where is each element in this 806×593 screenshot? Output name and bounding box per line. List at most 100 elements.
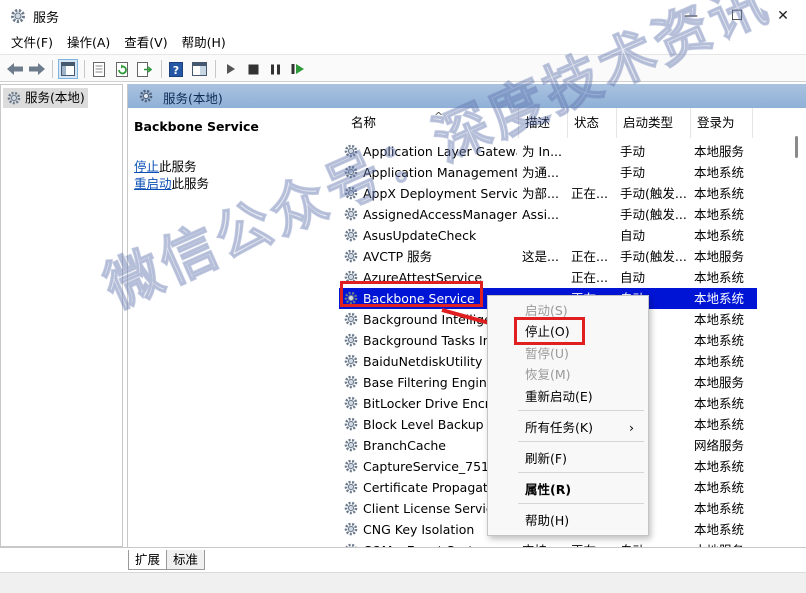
close-button[interactable]: ✕ bbox=[760, 0, 806, 32]
menu-item-help[interactable]: 帮助(H) bbox=[488, 510, 648, 531]
service-logon-cell: 网络服务 bbox=[694, 438, 745, 453]
menu-item-resume[interactable]: 恢复(M) bbox=[488, 364, 648, 385]
service-logon-cell: 本地系统 bbox=[694, 459, 745, 474]
service-logon-cell: 本地服务 bbox=[694, 144, 745, 159]
back-arrow-icon[interactable] bbox=[5, 59, 25, 79]
service-logon-cell: 本地系统 bbox=[694, 333, 745, 348]
service-status-cell: 正在... bbox=[571, 270, 608, 285]
column-header-name[interactable]: ^ 名称 bbox=[339, 108, 519, 138]
service-name-title: Backbone Service bbox=[134, 119, 259, 134]
minimize-button[interactable]: — bbox=[668, 0, 714, 32]
restart-service-link[interactable]: 重启动 bbox=[134, 176, 172, 191]
service-name-cell: COM+ Event System bbox=[363, 540, 517, 547]
service-logon-cell: 本地系统 bbox=[694, 207, 745, 222]
service-startup-cell: 自动 bbox=[620, 540, 690, 547]
service-logon-cell: 本地系统 bbox=[694, 354, 745, 369]
table-row[interactable]: AVCTP 服务 这是... 正在... 手动(触发... 本地服务 bbox=[339, 246, 757, 267]
service-logon-cell: 本地系统 bbox=[694, 228, 745, 243]
column-header-description[interactable]: 描述 bbox=[519, 108, 568, 138]
service-startup-cell: 手动 bbox=[620, 165, 646, 180]
services-gear-icon bbox=[9, 7, 27, 25]
service-startup-cell: 自动 bbox=[620, 228, 646, 243]
menu-bar: 文件(F) 操作(A) 查看(V) 帮助(H) bbox=[0, 32, 806, 54]
table-row[interactable]: AppX Deployment Servic... 为部... 正在... 手动(触发… bbox=[339, 183, 757, 204]
status-bar bbox=[0, 572, 806, 593]
refresh-icon[interactable] bbox=[112, 59, 132, 79]
service-logon-cell: 本地系统 bbox=[694, 312, 745, 327]
service-name-cell: Application Layer Gatewa... bbox=[363, 144, 517, 159]
scrollbar-thumb[interactable] bbox=[795, 136, 798, 158]
highlight-box-stop-item bbox=[514, 317, 585, 345]
help-icon[interactable]: ? bbox=[166, 59, 186, 79]
table-row[interactable]: Application Layer Gatewa... 为 In... 手动 本地服务 bbox=[339, 141, 757, 162]
vertical-scrollbar[interactable] bbox=[787, 108, 806, 547]
stop-service-link[interactable]: 停止 bbox=[134, 159, 159, 174]
menu-item-restart[interactable]: 重新启动(E) bbox=[488, 386, 648, 407]
forward-arrow-icon[interactable] bbox=[27, 59, 47, 79]
menu-help[interactable]: 帮助(H) bbox=[175, 32, 233, 54]
services-gear-icon bbox=[138, 88, 154, 107]
service-status-cell: 正在... bbox=[571, 249, 608, 264]
submenu-chevron-icon: › bbox=[629, 420, 634, 435]
export-list-icon[interactable] bbox=[135, 59, 155, 79]
service-status-cell: 正在... bbox=[571, 186, 608, 201]
tab-extended[interactable]: 扩展 bbox=[128, 550, 168, 570]
maximize-button[interactable]: ☐ bbox=[714, 0, 760, 32]
menu-action[interactable]: 操作(A) bbox=[60, 32, 117, 54]
pane-header-title: 服务(本地) bbox=[163, 91, 223, 106]
pause-service-icon[interactable] bbox=[265, 59, 285, 79]
view-tabs: 扩展 标准 bbox=[0, 547, 806, 572]
title-bar: 服务 — ☐ ✕ bbox=[0, 0, 806, 32]
service-logon-cell: 本地系统 bbox=[694, 501, 745, 516]
highlight-box-selected-service bbox=[340, 281, 483, 307]
service-status-cell: 正在... bbox=[571, 540, 615, 547]
column-header-startup-type[interactable]: 启动类型 bbox=[617, 108, 691, 138]
svg-text:?: ? bbox=[173, 64, 179, 77]
table-row[interactable]: COM+ Event System 支持... 正在... 自动本地服务 bbox=[339, 540, 757, 547]
pane-header: 服务(本地) bbox=[128, 84, 806, 108]
service-name-cell: AsusUpdateCheck bbox=[363, 228, 477, 243]
service-logon-cell: 本地系统 bbox=[694, 522, 745, 537]
service-logon-cell: 本地服务 bbox=[694, 540, 754, 547]
console-tree-icon[interactable] bbox=[58, 59, 78, 79]
toolbar: ? bbox=[0, 54, 806, 82]
table-row[interactable]: AsusUpdateCheck 自动 本地系统 bbox=[339, 225, 757, 246]
service-description-cell: 为部... bbox=[522, 186, 559, 201]
show-hide-icon[interactable] bbox=[189, 59, 209, 79]
menu-item-pause[interactable]: 暂停(U) bbox=[488, 343, 648, 364]
service-logon-cell: 本地服务 bbox=[694, 375, 745, 390]
menu-item-all-tasks[interactable]: 所有任务(K) › bbox=[488, 417, 648, 438]
service-logon-cell: 本地系统 bbox=[694, 165, 745, 180]
service-logon-cell: 本地系统 bbox=[694, 186, 745, 201]
table-row[interactable]: AssignedAccessManager... Assi... 手动(触发... 本… bbox=[339, 204, 757, 225]
restart-service-icon[interactable] bbox=[288, 59, 308, 79]
service-startup-cell: 手动(触发... bbox=[620, 207, 687, 222]
service-logon-cell: 本地系统 bbox=[694, 396, 745, 411]
service-description-cell: 为通... bbox=[522, 165, 559, 180]
menu-view[interactable]: 查看(V) bbox=[117, 32, 174, 54]
tab-standard[interactable]: 标准 bbox=[166, 550, 206, 570]
service-startup-cell: 手动 bbox=[620, 144, 646, 159]
table-row[interactable]: Application Management 为通... 手动 本地系统 bbox=[339, 162, 757, 183]
service-startup-cell: 自动 bbox=[620, 270, 646, 285]
service-logon-cell: 本地系统 bbox=[694, 417, 745, 432]
tree-item-services-local[interactable]: 服务(本地) bbox=[3, 88, 88, 108]
menu-file[interactable]: 文件(F) bbox=[4, 32, 60, 54]
properties-icon[interactable] bbox=[89, 59, 109, 79]
service-name-cell: Application Management bbox=[363, 165, 517, 180]
tree-item-label: 服务(本地) bbox=[25, 90, 85, 105]
menu-item-refresh[interactable]: 刷新(F) bbox=[488, 448, 648, 469]
start-service-icon[interactable] bbox=[221, 59, 241, 79]
column-header-logon-as[interactable]: 登录为 bbox=[691, 108, 753, 138]
restart-service-line: 重启动此服务 bbox=[134, 176, 210, 191]
service-startup-cell: 手动(触发... bbox=[620, 249, 687, 264]
service-description-cell: 支持... bbox=[522, 540, 566, 547]
stop-service-icon[interactable] bbox=[243, 59, 263, 79]
service-description-cell: Assi... bbox=[522, 207, 559, 222]
console-tree: 服务(本地) bbox=[0, 84, 123, 547]
service-logon-cell: 本地系统 bbox=[694, 480, 745, 495]
service-name-cell: AppX Deployment Servic... bbox=[363, 186, 517, 201]
menu-item-properties[interactable]: 属性(R) bbox=[488, 479, 648, 500]
column-header-status[interactable]: 状态 bbox=[568, 108, 617, 138]
service-name-cell: AssignedAccessManager... bbox=[363, 207, 517, 222]
